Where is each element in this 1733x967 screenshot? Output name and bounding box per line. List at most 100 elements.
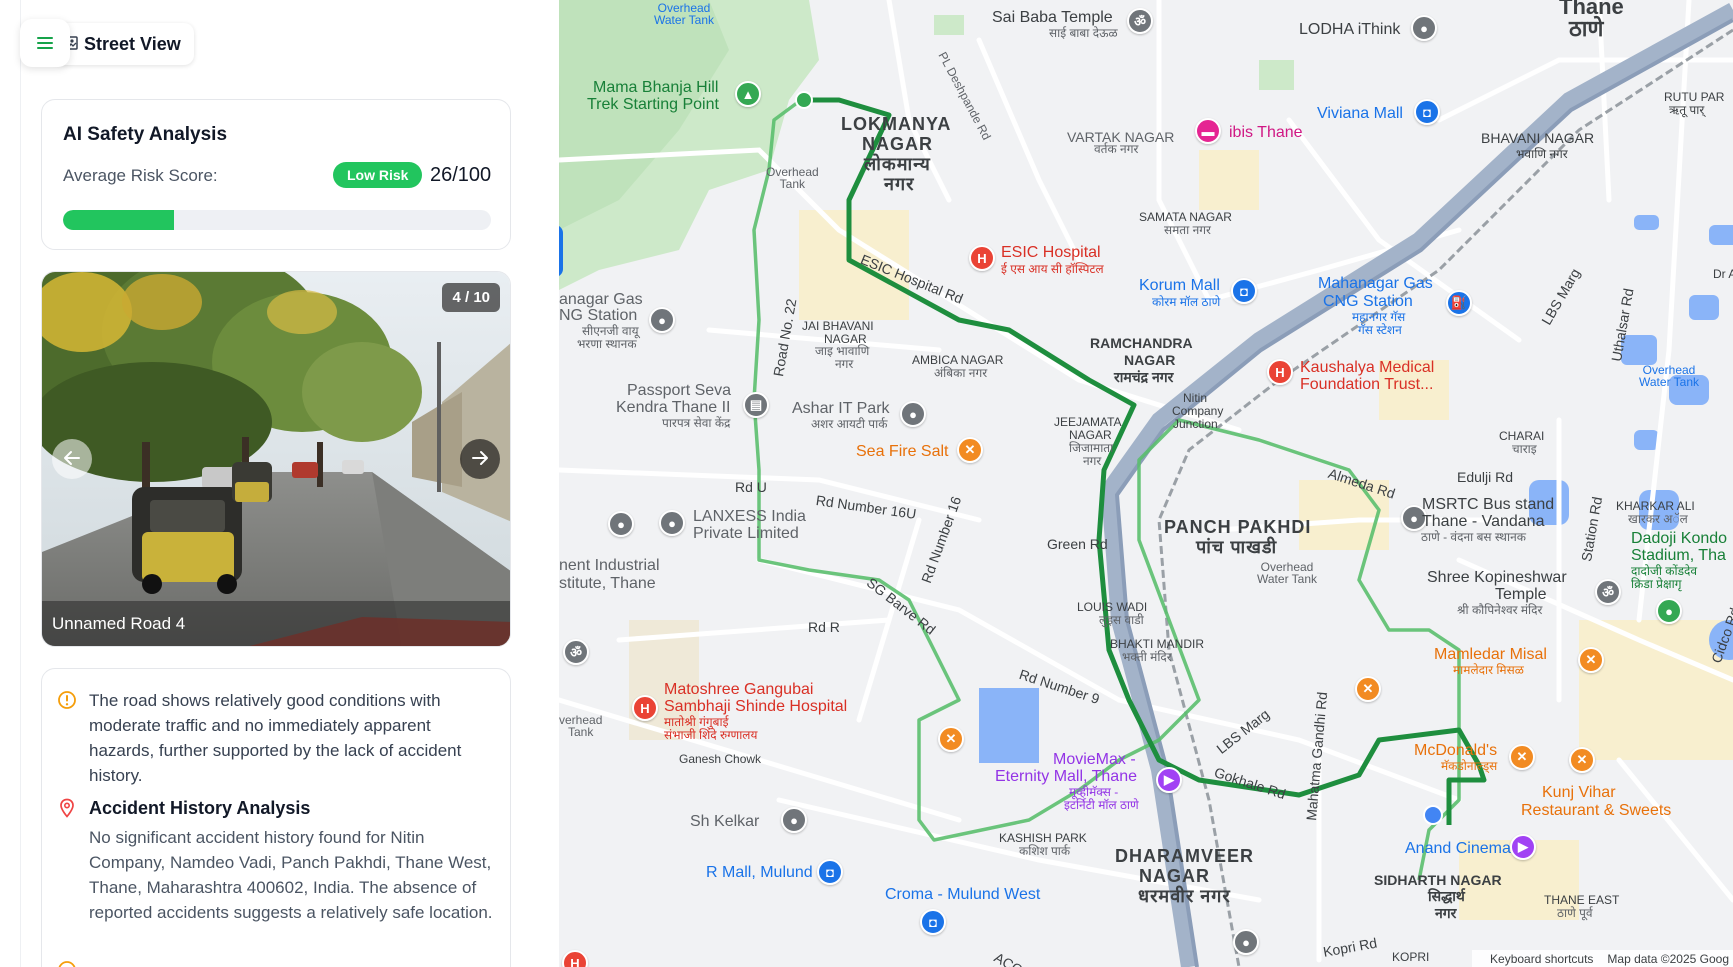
map-label-moviemax-mr-2: इटर्निटी मॉल ठाणे: [1064, 798, 1139, 812]
stadium-icon[interactable]: ●: [1656, 598, 1682, 624]
restaurant-icon[interactable]: ✕: [1569, 747, 1595, 773]
map-label-rutu-mr: ऋतू पार्: [1669, 103, 1705, 117]
shopping-icon[interactable]: ◘: [920, 909, 946, 935]
history-text: No significant accident history found fo…: [89, 828, 493, 922]
map-label-ganesh: Ganesh Chowk: [679, 752, 762, 766]
hiking-icon[interactable]: ▲: [735, 81, 761, 107]
map-label-passport-mr: पारपत्र सेवा केंद्र: [662, 416, 731, 430]
risk-level-badge: Low Risk: [333, 162, 423, 188]
map-label-lokmanya-1: LOKMANYA: [841, 114, 952, 134]
map-label-moviemax-mr-1: मूव्हीमॅक्स -: [1069, 785, 1119, 799]
map-label-dadoji-mr-1: दादोजी कोंडदेव: [1631, 564, 1698, 578]
map-label-dadoji-1: Dadoji Kondo: [1631, 530, 1728, 547]
temple-icon[interactable]: ॐ: [563, 639, 589, 665]
map-label-louis-wadi: LOUIS WADI: [1077, 600, 1148, 614]
map-view[interactable]: Overhead Water Tank Sai Baba Temple साई …: [559, 0, 1733, 967]
map-label-ramchandra-2: NAGAR: [1124, 352, 1176, 368]
risk-progress-bar: [63, 210, 491, 230]
map-label-panch-pakhdi: PANCH PAKHDI: [1164, 517, 1312, 537]
map-label-msrtc-mr: ठाणे - वंदना बस स्थानक: [1421, 530, 1526, 544]
map-label-charai: CHARAI: [1499, 429, 1545, 443]
map-label-jeejamata-mr-1: जिजामाता: [1069, 441, 1114, 455]
prev-photo-button[interactable]: [52, 439, 92, 479]
map-label-jai-bhavani-mr-2: नगर: [835, 357, 854, 371]
map-label-mahanagar-mr-1: महानगर गॅस: [1352, 310, 1406, 324]
map-label-moviemax-2: Eternity Mall, Thane: [995, 768, 1137, 785]
restaurant-icon[interactable]: ✕: [1355, 676, 1381, 702]
shopping-icon[interactable]: ◘: [1414, 99, 1440, 125]
map-label-bhakti: BHAKTI MANDIR: [1110, 637, 1205, 651]
map-label-msrtc-1: MSRTC Bus stand: [1422, 496, 1555, 513]
restaurant-icon[interactable]: ✕: [957, 437, 983, 463]
hospital-icon[interactable]: H: [632, 695, 658, 721]
map-label-gas-left-mr-1: सीएनजी वायू: [582, 324, 639, 338]
map-label-msrtc-2: Thane - Vandana: [1422, 513, 1545, 530]
gas-station-icon[interactable]: ●: [649, 307, 675, 333]
office-icon[interactable]: ●: [659, 510, 685, 536]
next-row-partial: [57, 958, 89, 967]
map-label-ashar-mr: अशर आयटी पार्क: [811, 417, 888, 431]
arrow-right-icon: [471, 446, 489, 472]
map-label-edulji: Edulji Rd: [1457, 469, 1514, 485]
street-view-tab[interactable]: Street View: [52, 23, 194, 65]
map-label-thane-east-mr: ठाणे पूर्व: [1557, 906, 1593, 920]
office-icon[interactable]: ●: [900, 401, 926, 427]
summary-row: The road shows relatively good condition…: [57, 688, 494, 788]
mall-icon[interactable]: ◘: [1231, 278, 1257, 304]
mall-icon[interactable]: ◘: [817, 859, 843, 885]
map-label-korum-mr: कोरम मॉल ठाणे: [1152, 295, 1221, 309]
map-label-thane-east: THANE EAST: [1544, 893, 1620, 907]
government-icon[interactable]: ▤: [743, 392, 769, 418]
keyboard-shortcuts-link[interactable]: Keyboard shortcuts: [1490, 952, 1593, 966]
train-station-icon[interactable]: ●: [1233, 929, 1259, 955]
map-data-attribution[interactable]: Map data ©2025 Goog: [1607, 952, 1729, 966]
cinema-icon[interactable]: ▶: [1156, 767, 1182, 793]
map-label-passport-1: Passport Seva: [627, 382, 732, 399]
hotel-icon[interactable]: ▬: [1195, 118, 1221, 144]
next-photo-button[interactable]: [460, 439, 500, 479]
map-label-bhakti-mr: भक्ती मंदिर: [1122, 650, 1172, 664]
map-label-overhead-tank-3: Overhead Water Tank: [1639, 363, 1700, 389]
hospital-icon[interactable]: H: [1267, 359, 1293, 385]
restaurant-icon[interactable]: ✕: [1509, 744, 1535, 770]
map-label-kaushalya-1: Kaushalya Medical: [1300, 359, 1435, 376]
cinema-icon[interactable]: ▶: [1510, 834, 1536, 860]
gas-station-icon[interactable]: ⛽: [1446, 290, 1472, 316]
map-label-anand: Anand Cinema: [1405, 840, 1511, 857]
place-icon[interactable]: ●: [1411, 15, 1437, 41]
map-label-vartak-mr: वर्तक नगर: [1094, 142, 1139, 156]
map-label-kharkar-mr: खारकर अॅल: [1628, 512, 1688, 526]
map-label-esic-mr: ई एस आय सी हॉस्पिटल: [1001, 262, 1104, 276]
map-label-mamledar: Mamledar Misal: [1434, 646, 1547, 663]
map-label-mahanagar-1: Mahanagar Gas: [1318, 275, 1433, 292]
map-label-ramchandra-1: RAMCHANDRA: [1090, 335, 1193, 351]
map-label-matoshree-mr-2: संभाजी शिंदे रुग्णालय: [664, 728, 758, 742]
map-label-thane-mr: ठाणे: [1569, 16, 1604, 41]
map-label-sidharth: SIDHARTH NAGAR: [1374, 872, 1502, 888]
map-label-lokmanya-mr-2: नगर: [884, 174, 915, 194]
map-label-croma: Croma - Mulund West: [885, 886, 1041, 903]
map-label-lokmanya-mr-1: लोकमान्य: [864, 154, 931, 174]
map-label-kopineshwar-1: Shree Kopineshwar: [1427, 569, 1567, 586]
map-side-toggle[interactable]: [559, 225, 563, 277]
hospital-icon[interactable]: H: [969, 245, 995, 271]
history-row: Accident History Analysis No significant…: [57, 796, 494, 925]
map-label-louis-wadi-mr: लुइस वाडी: [1099, 613, 1144, 627]
temple-icon[interactable]: ॐ: [1595, 579, 1621, 605]
map-label-esic: ESIC Hospital: [1001, 244, 1101, 261]
risk-progress-fill: [63, 210, 175, 230]
restaurant-icon[interactable]: ✕: [938, 726, 964, 752]
map-label-overhead-tank-5: verhead Tank: [559, 713, 603, 739]
place-icon[interactable]: ●: [781, 807, 807, 833]
map-label-samata-mr: समता नगर: [1164, 223, 1211, 237]
menu-button[interactable]: [20, 19, 70, 67]
street-view-photo-card: 4 / 10 Unnamed Road 4: [41, 271, 511, 647]
place-icon[interactable]: ●: [608, 511, 634, 537]
map-label-nitin-1: Nitin: [1183, 391, 1208, 405]
street-view-photo: [42, 272, 510, 646]
summary-text: The road shows relatively good condition…: [89, 691, 462, 785]
temple-icon[interactable]: ॐ: [1127, 8, 1153, 34]
map-label-gas-left-2: NG Station: [559, 307, 638, 324]
map-label-viviana: Viviana Mall: [1317, 105, 1403, 122]
restaurant-icon[interactable]: ✕: [1578, 647, 1604, 673]
